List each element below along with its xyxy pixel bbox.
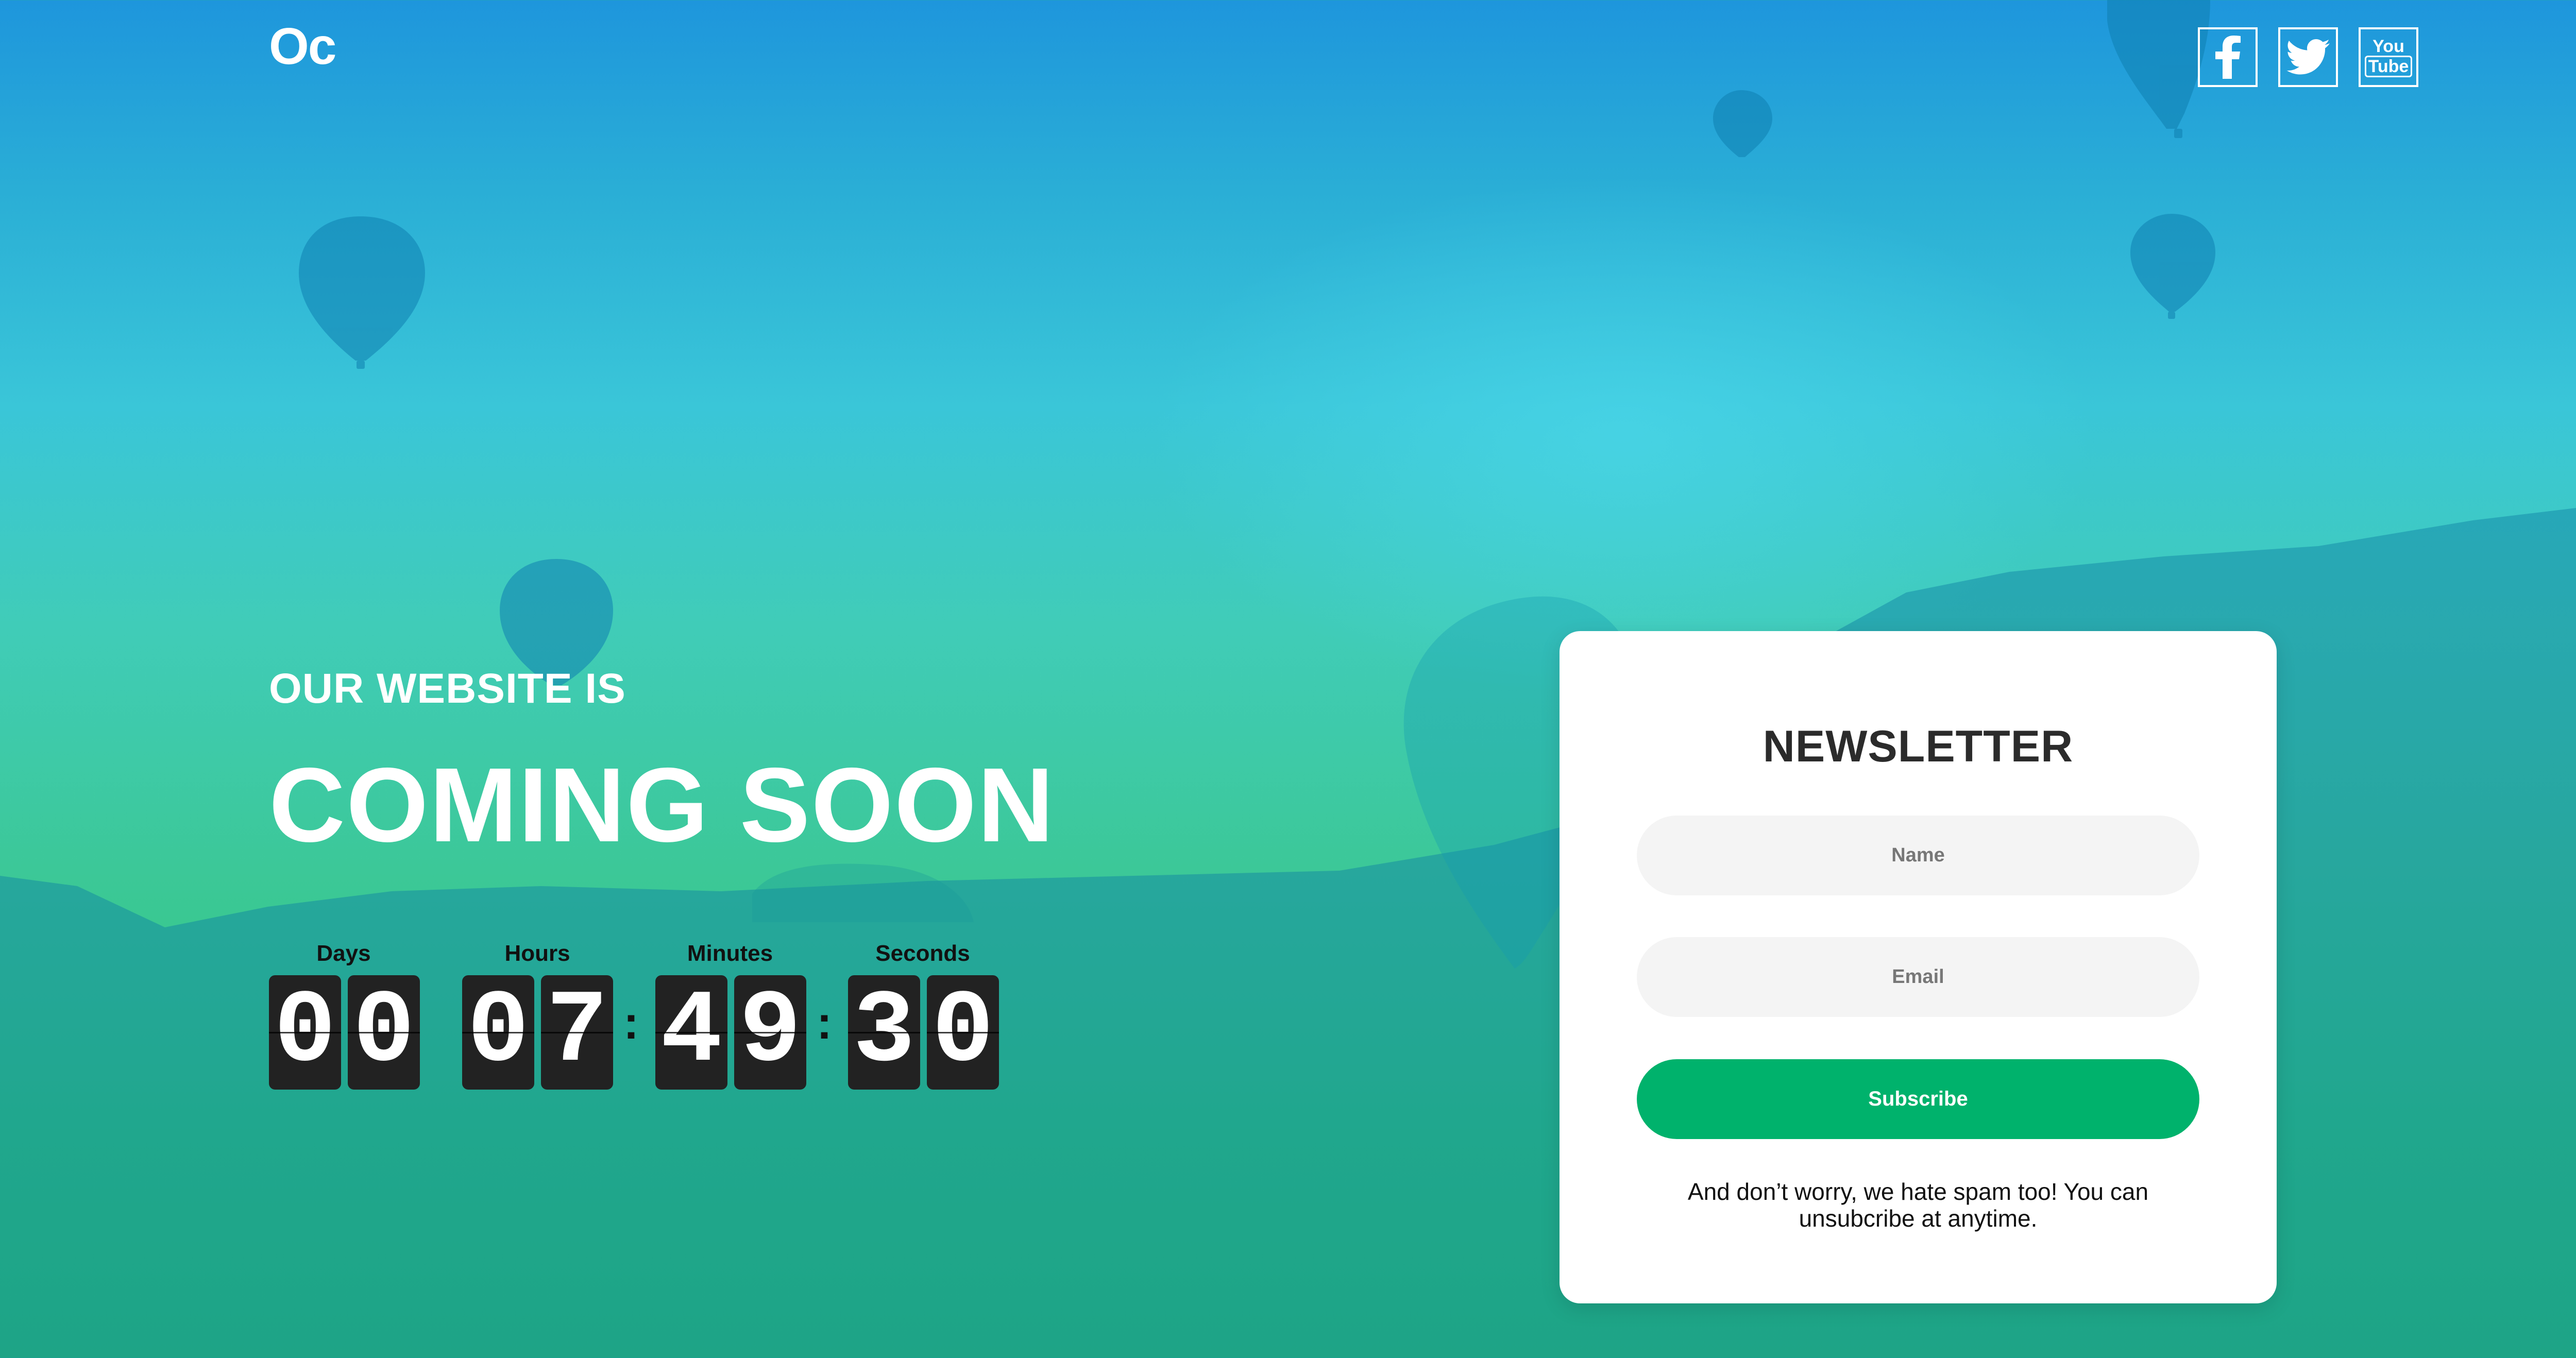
youtube-link[interactable]: You Tube: [2359, 27, 2418, 87]
youtube-icon: You Tube: [2364, 37, 2413, 77]
email-input[interactable]: [1637, 937, 2199, 1017]
newsletter-title: NEWSLETTER: [1762, 722, 2074, 771]
countdown-label-seconds: Seconds: [875, 941, 970, 966]
facebook-icon: [2215, 36, 2241, 79]
countdown-seconds-digit: 3: [848, 975, 920, 1090]
countdown-minutes-digit: 9: [734, 975, 806, 1090]
countdown-days-digit: 0: [269, 975, 341, 1090]
subscribe-button[interactable]: Subscribe: [1637, 1059, 2199, 1139]
countdown-label-days: Days: [316, 941, 371, 966]
site-logo[interactable]: Oc: [269, 21, 336, 72]
name-input[interactable]: [1637, 816, 2199, 895]
facebook-link[interactable]: [2198, 27, 2258, 87]
spam-note: And don’t worry, we hate spam too! You c…: [1687, 1178, 2149, 1232]
twitter-link[interactable]: [2278, 27, 2338, 87]
countdown-seconds-digit: 0: [927, 975, 999, 1090]
youtube-icon-text-top: You: [2372, 37, 2404, 56]
countdown-separator: :: [817, 997, 832, 1049]
newsletter-card: NEWSLETTER Subscribe And don’t worry, we…: [1560, 631, 2277, 1303]
countdown-hours-digit: 0: [462, 975, 534, 1090]
countdown-days-digit: 0: [348, 975, 420, 1090]
countdown-minutes-digit: 4: [655, 975, 727, 1090]
countdown-label-hours: Hours: [504, 941, 570, 966]
countdown-separator: :: [623, 997, 639, 1049]
hero-intro: OUR WEBSITE IS: [269, 665, 626, 712]
youtube-icon-text-bottom: Tube: [2364, 56, 2413, 77]
countdown-label-minutes: Minutes: [687, 941, 773, 966]
hero-headline: COMING SOON: [269, 746, 1055, 864]
countdown-hours-digit: 7: [541, 975, 613, 1090]
twitter-icon: [2286, 39, 2330, 75]
